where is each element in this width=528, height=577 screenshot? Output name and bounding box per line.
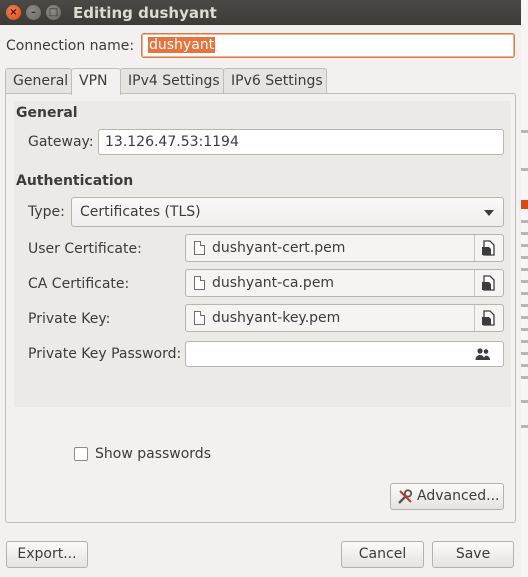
gateway-label: Gateway: (28, 134, 94, 150)
private-key-chooser[interactable]: dushyant-key.pem (185, 304, 504, 332)
tab-ipv4-settings[interactable]: IPv4 Settings (120, 68, 224, 94)
private-key-password-label: Private Key Password: (28, 346, 182, 362)
user-certificate-chooser[interactable]: dushyant-cert.pem (185, 234, 504, 262)
maximize-window-button[interactable]: □ (46, 5, 61, 20)
window-title: Editing dushyant (73, 4, 217, 22)
save-button-label: Save (455, 546, 491, 562)
private-key-password-input[interactable] (185, 341, 504, 367)
tab-general[interactable]: General (5, 68, 72, 94)
users-icon[interactable] (475, 347, 491, 365)
document-icon (194, 276, 205, 290)
auth-type-dropdown[interactable]: Certificates (TLS) (71, 197, 504, 227)
open-file-icon[interactable] (475, 305, 503, 331)
background-window-edge (521, 0, 528, 577)
gateway-input[interactable]: 13.126.47.53:1194 (98, 129, 504, 155)
user-certificate-label: User Certificate: (28, 241, 142, 257)
dropdown-arrow-icon (484, 210, 494, 216)
ca-certificate-value: dushyant-ca.pem (212, 275, 335, 291)
connection-name-input[interactable]: dushyant (141, 33, 515, 58)
type-label: Type: (28, 204, 65, 220)
close-window-button[interactable]: × (6, 5, 21, 20)
ca-certificate-chooser[interactable]: dushyant-ca.pem (185, 269, 504, 297)
ca-certificate-label: CA Certificate: (28, 276, 130, 292)
private-key-label: Private Key: (28, 311, 111, 327)
cancel-button-label: Cancel (358, 546, 407, 562)
cancel-button[interactable]: Cancel (341, 541, 424, 568)
title-bar: × – □ Editing dushyant (0, 0, 521, 25)
tab-vpn[interactable]: VPN (71, 68, 121, 95)
gateway-value: 13.126.47.53:1194 (105, 134, 239, 150)
export-button[interactable]: Export... (6, 541, 88, 568)
auth-type-value: Certificates (TLS) (80, 204, 201, 220)
advanced-button[interactable]: Advanced... (390, 483, 504, 510)
general-heading: General (16, 105, 78, 121)
save-button[interactable]: Save (432, 541, 514, 568)
tools-icon (398, 489, 413, 504)
authentication-heading: Authentication (16, 173, 134, 189)
advanced-button-label: Advanced... (417, 488, 500, 504)
tab-ipv6-settings[interactable]: IPv6 Settings (223, 68, 327, 94)
minimize-window-button[interactable]: – (26, 5, 41, 20)
open-file-icon[interactable] (475, 270, 503, 296)
user-certificate-value: dushyant-cert.pem (212, 240, 346, 256)
connection-name-value: dushyant (148, 37, 216, 53)
document-icon (194, 241, 205, 255)
dialog-window: × – □ Editing dushyant Connection name: … (0, 0, 522, 577)
show-passwords-checkbox[interactable] (74, 447, 88, 461)
document-icon (194, 311, 205, 325)
connection-name-label: Connection name: (6, 38, 135, 54)
open-file-icon[interactable] (475, 235, 503, 261)
show-passwords-label[interactable]: Show passwords (95, 446, 211, 462)
export-button-label: Export... (17, 546, 77, 562)
private-key-value: dushyant-key.pem (212, 310, 341, 326)
